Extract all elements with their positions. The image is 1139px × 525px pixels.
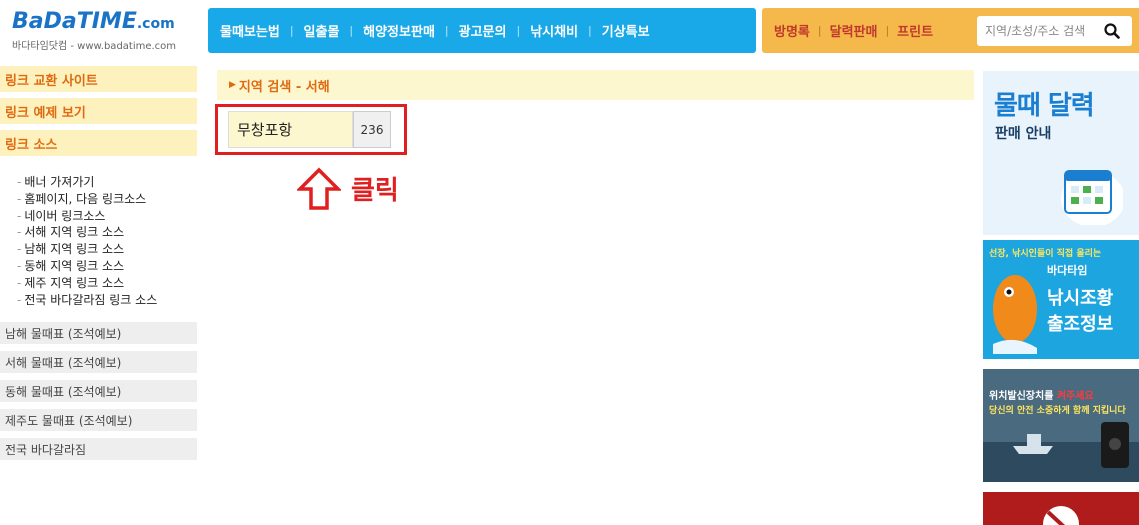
list-item[interactable]: - 전국 바다갈라짐 링크 소스 <box>17 292 197 309</box>
nav-item-tide-guide[interactable]: 물때보는법 <box>220 21 280 40</box>
list-item[interactable]: - 동해 지역 링크 소스 <box>17 258 197 275</box>
nav-item-fishing-gear[interactable]: 낚시채비 <box>530 21 578 40</box>
sidebar-south-sea-tide[interactable]: 남해 물때표 (조석예보) <box>0 322 197 345</box>
ad-tide-calendar-banner[interactable]: 물때 달력 판매 안내 <box>983 71 1139 235</box>
logo-domain: .com <box>136 16 175 32</box>
nav-item-marine-info[interactable]: 해양정보판매 <box>363 21 435 40</box>
ad-warning-banner[interactable] <box>983 492 1139 525</box>
place-result-button[interactable]: 무창포항 <box>228 111 353 148</box>
sidebar-west-sea-tide[interactable]: 서해 물때표 (조석예보) <box>0 351 197 374</box>
logo-part-time: TIME <box>76 9 137 34</box>
list-item[interactable]: - 홈페이지, 다음 링크소스 <box>17 191 197 208</box>
list-item[interactable]: - 남해 지역 링크 소스 <box>17 241 197 258</box>
ad-fishing-report-banner[interactable]: 선장, 낚시인들이 직접 올리는 바다타임 낚시조황 출조정보 <box>983 240 1139 359</box>
arrow-up-icon <box>297 167 341 210</box>
nav-separator: | <box>444 24 449 37</box>
list-item[interactable]: - 네이버 링크소스 <box>17 208 197 225</box>
fish-icon <box>993 275 1037 354</box>
search-box <box>977 16 1132 46</box>
calendar-icon <box>1061 170 1123 225</box>
nav-separator: | <box>349 24 354 37</box>
nav-separator: | <box>885 24 890 37</box>
nav-separator: | <box>289 24 294 37</box>
link-source-list: - 배너 가져가기 - 홈페이지, 다음 링크소스 - 네이버 링크소스 - 서해 지역… <box>0 162 197 322</box>
list-item[interactable]: - 배너 가져가기 <box>17 174 197 191</box>
sidebar-link-examples[interactable]: 링크 예제 보기 <box>0 98 197 124</box>
region-title: 지역 검색 - 서해 <box>238 79 330 95</box>
logo-part-bada: BaDa <box>12 9 77 34</box>
site-logo[interactable]: BaDaTIME.com 바다타임닷컴 - www.badatime.com <box>12 10 197 53</box>
nav-item-print[interactable]: 프린트 <box>897 21 933 40</box>
list-item[interactable]: - 서해 지역 링크 소스 <box>17 224 197 241</box>
ad2-line1: 낚시조황 <box>1047 288 1114 309</box>
search-icon <box>1104 23 1120 39</box>
nav-item-weather-alert[interactable]: 기상특보 <box>602 21 650 40</box>
nav-separator: | <box>516 24 521 37</box>
ad-safety-beacon-banner[interactable]: 위치발신장치를 켜주세요 당신의 안전 소중하게 함께 지킵니다 <box>983 369 1139 482</box>
left-sidebar: 링크 교환 사이트 링크 예제 보기 링크 소스 - 배너 가져가기 - 홈페이지,… <box>0 66 197 467</box>
logo-subtitle: 바다타임닷컴 - www.badatime.com <box>12 41 177 52</box>
nav-separator: | <box>817 24 822 37</box>
logo-text: BaDaTIME.com <box>12 10 197 36</box>
list-item[interactable]: - 제주 지역 링크 소스 <box>17 275 197 292</box>
ad1-subtitle: 판매 안내 <box>995 126 1052 142</box>
ad2-line2: 출조정보 <box>1047 314 1114 335</box>
nav-item-guestbook[interactable]: 방명록 <box>774 21 810 40</box>
sidebar-jeju-tide[interactable]: 제주도 물때표 (조석예보) <box>0 409 197 432</box>
top-navigation: 물때보는법 | 일출몰 | 해양정보판매 | 광고문의 | 낚시채비 | 기상특… <box>208 8 756 53</box>
search-button[interactable] <box>1097 16 1127 46</box>
region-search-header: ▶ 지역 검색 - 서해 <box>217 70 974 100</box>
click-annotation: 클릭 <box>351 176 399 206</box>
prohibited-icon <box>1043 506 1079 525</box>
place-result-count: 236 <box>353 111 391 148</box>
ad1-title: 물때 달력 <box>994 91 1095 121</box>
sidebar-east-sea-tide[interactable]: 동해 물때표 (조석예보) <box>0 380 197 403</box>
sidebar-sea-parting[interactable]: 전국 바다갈라짐 <box>0 438 197 461</box>
triangle-right-icon: ▶ <box>229 80 236 90</box>
nav-separator: | <box>588 24 592 37</box>
ad2-tagline: 선장, 낚시인들이 직접 올리는 <box>989 249 1102 259</box>
sidebar-link-exchange[interactable]: 링크 교환 사이트 <box>0 66 197 92</box>
nav-item-calendar-sale[interactable]: 달력판매 <box>830 21 878 40</box>
ad3-line1: 위치발신장치를 켜주세요 <box>989 391 1094 402</box>
nav-item-sunrise[interactable]: 일출몰 <box>304 21 340 40</box>
top-utility-bar: 방명록 | 달력판매 | 프린트 <box>762 8 1139 53</box>
search-input[interactable] <box>977 17 1097 45</box>
sidebar-link-source[interactable]: 링크 소스 <box>0 130 197 156</box>
nav-item-ad-inquiry[interactable]: 광고문의 <box>459 21 507 40</box>
boat-icon <box>983 422 1139 482</box>
ad2-brand: 바다타임 <box>1047 264 1088 277</box>
